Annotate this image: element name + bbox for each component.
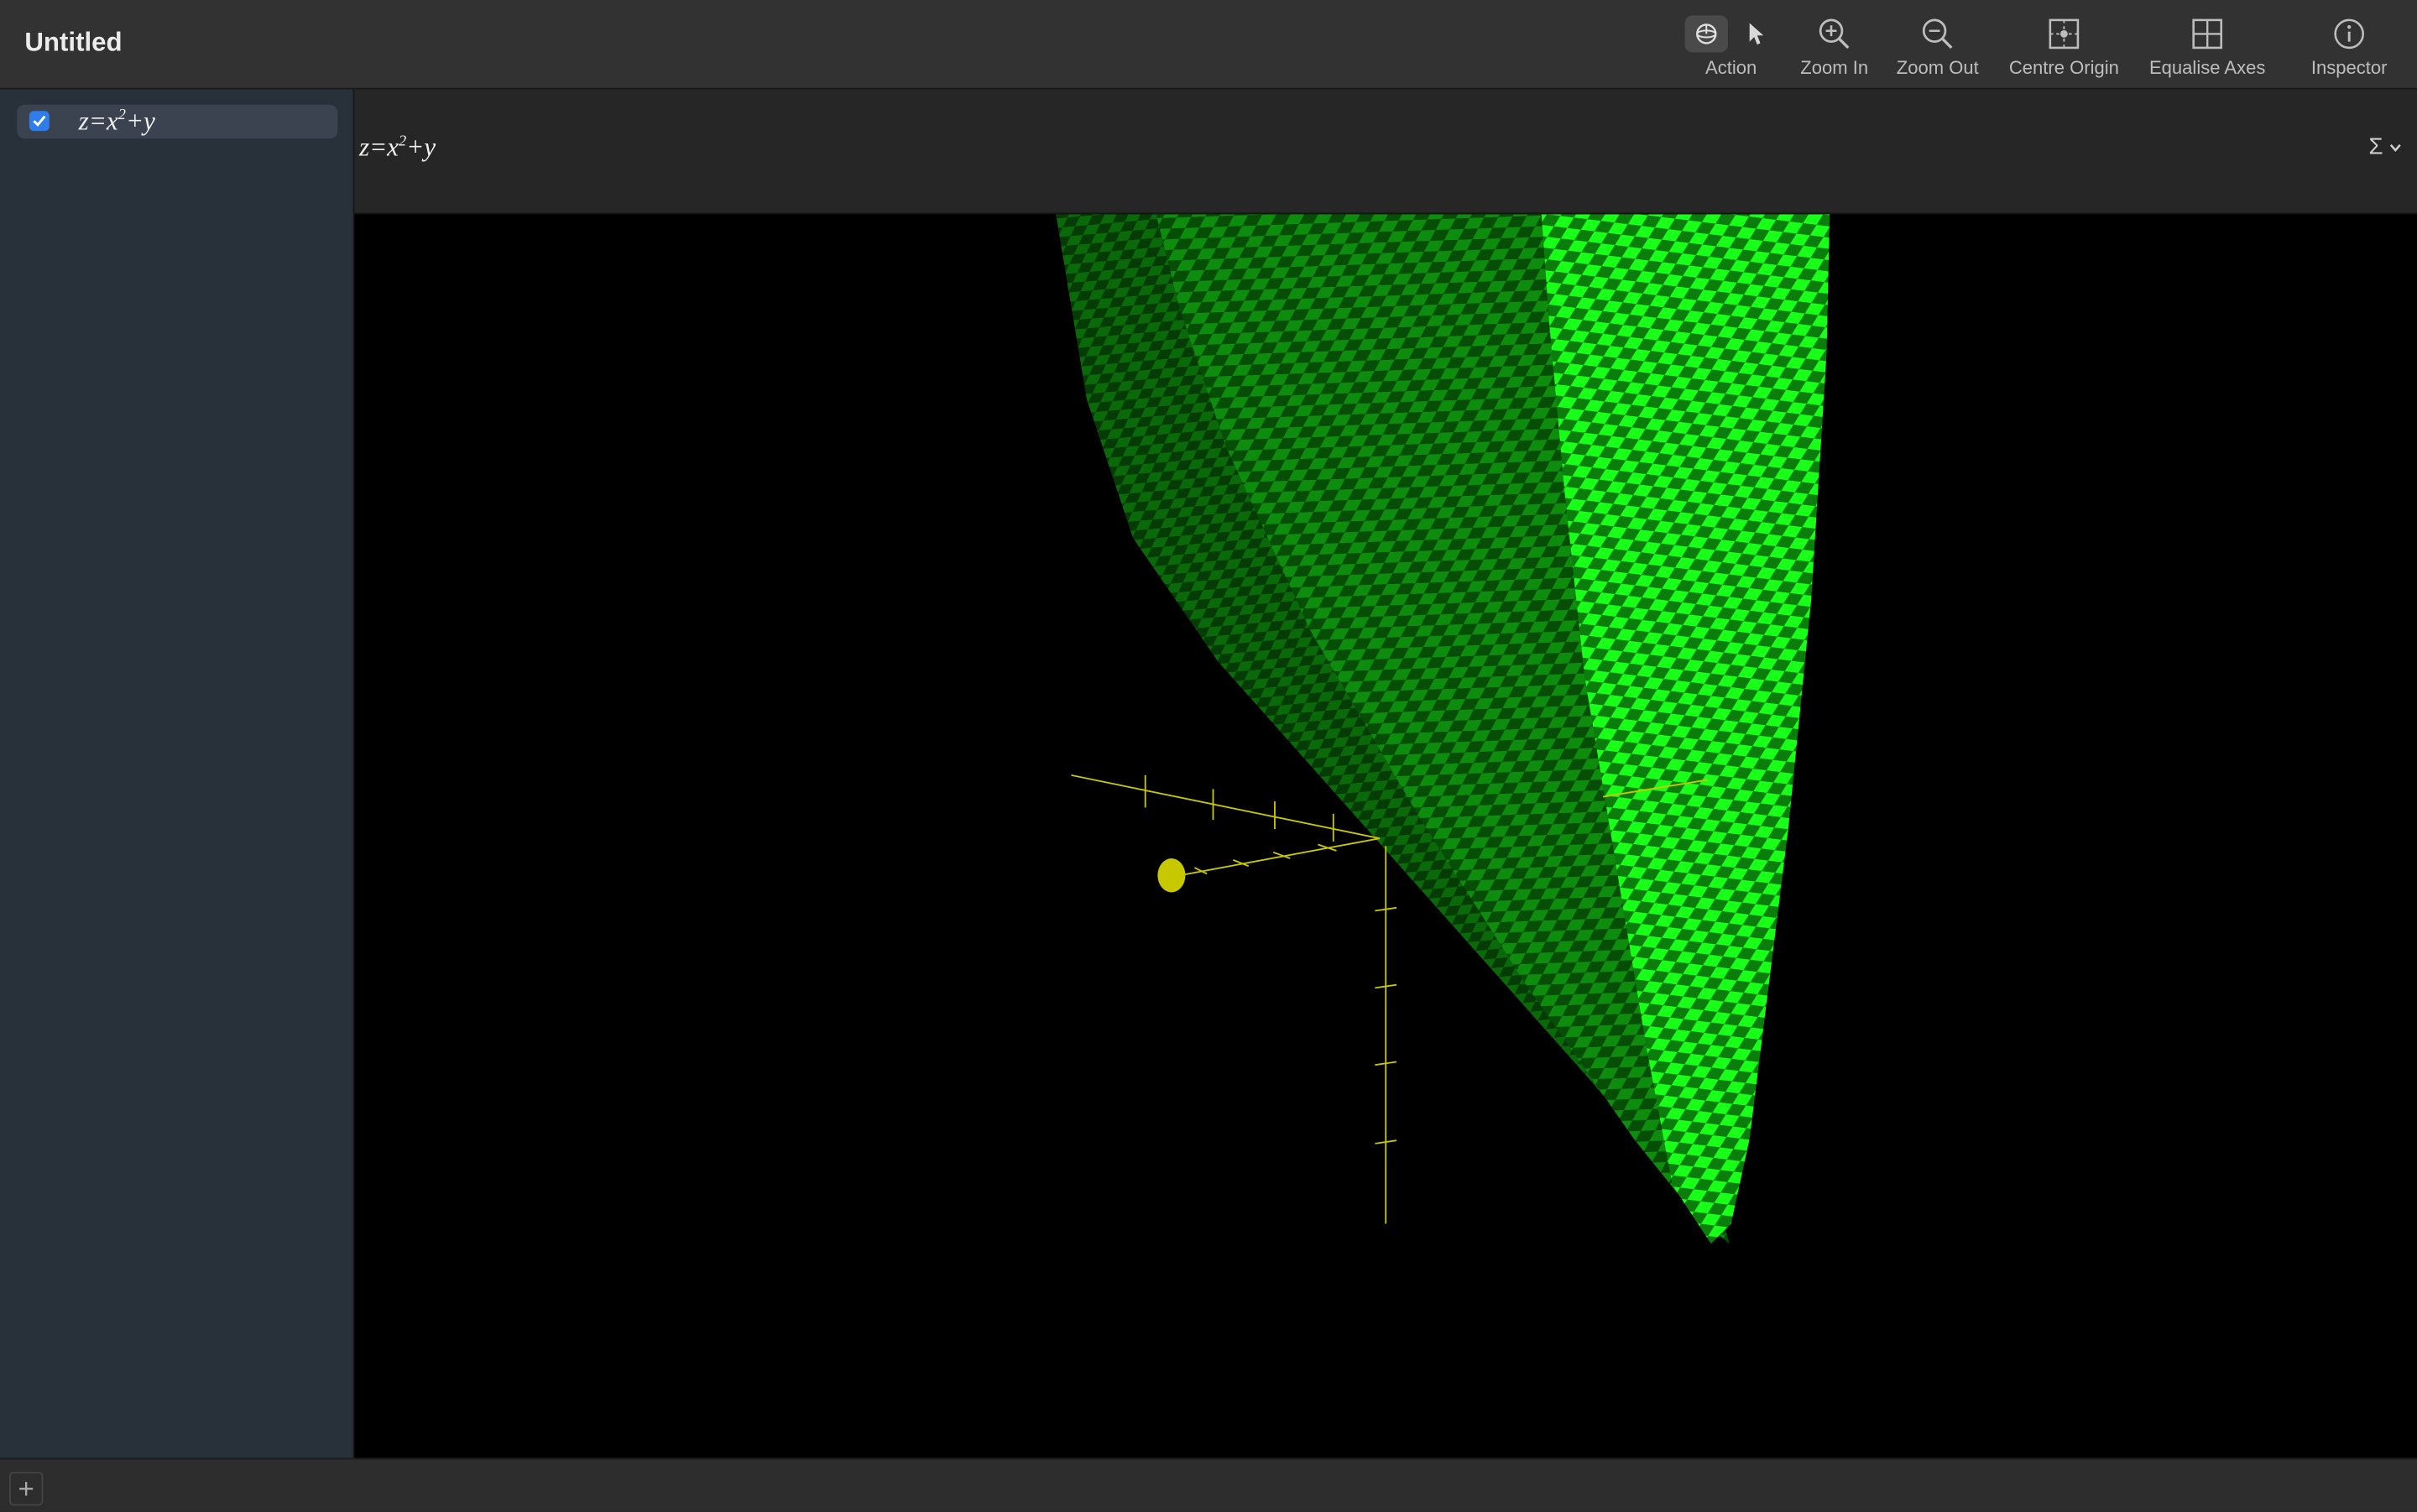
pointer-tool-button[interactable]: [1734, 15, 1777, 52]
equation-lhs: z=x: [78, 106, 118, 136]
rotation-handle[interactable]: [1157, 858, 1186, 893]
math-symbols-menu[interactable]: Σ: [2369, 134, 2402, 160]
zoom-in-icon: [1819, 18, 1850, 50]
app-window: Untitled Action Zoom In Zoom Out Centre …: [0, 0, 2417, 1512]
pointer-icon: [1749, 23, 1764, 45]
action-control: Action: [1680, 13, 1782, 79]
equalise-axes-icon: [2192, 18, 2223, 50]
equalise-axes-label: Equalise Axes: [2148, 56, 2266, 79]
chevron-down-icon: [2389, 143, 2401, 152]
graph-canvas[interactable]: [354, 214, 2417, 1458]
equation-sidebar: z=x2+y: [0, 89, 355, 1458]
toolbar: Untitled Action Zoom In Zoom Out Centre …: [0, 0, 2417, 90]
equation-display[interactable]: z=x2+y: [359, 133, 436, 164]
equation-lhs: z=x: [358, 132, 399, 162]
action-label: Action: [1705, 56, 1757, 79]
rotate-icon: [1696, 23, 1717, 44]
equation-rhs: +y: [125, 106, 155, 136]
equation-exponent: 2: [117, 107, 126, 124]
centre-origin-icon: [2049, 18, 2080, 50]
zoom-out-button[interactable]: Zoom Out: [1892, 13, 1984, 79]
surface-plot[interactable]: [354, 214, 2417, 1457]
sigma-icon: Σ: [2368, 133, 2383, 161]
equation-label: z=x2+y: [79, 107, 155, 138]
zoom-out-icon: [1922, 18, 1953, 50]
add-equation-button[interactable]: +: [9, 1472, 44, 1506]
equalise-axes-button[interactable]: Equalise Axes: [2143, 13, 2272, 79]
equation-exponent: 2: [399, 133, 407, 150]
centre-origin-button[interactable]: Centre Origin: [2001, 13, 2127, 79]
centre-origin-label: Centre Origin: [2008, 56, 2119, 79]
equation-editor[interactable]: z=x2+y Σ: [354, 89, 2417, 215]
zoom-in-label: Zoom In: [1800, 56, 1869, 79]
inspector-button[interactable]: Inspector: [2300, 13, 2399, 79]
zoom-in-button[interactable]: Zoom In: [1791, 13, 1877, 79]
rotate-tool-button[interactable]: [1684, 15, 1728, 53]
equation-visibility-checkbox[interactable]: [29, 111, 50, 132]
zoom-out-label: Zoom Out: [1896, 56, 1979, 79]
info-icon: [2334, 18, 2364, 50]
equation-rhs: +y: [406, 132, 436, 162]
inspector-label: Inspector: [2310, 56, 2388, 79]
bottom-bar: +: [0, 1457, 2417, 1512]
checkmark-icon: [33, 115, 46, 127]
window-title: Untitled: [24, 28, 123, 57]
equation-list-item[interactable]: z=x2+y: [17, 104, 338, 139]
